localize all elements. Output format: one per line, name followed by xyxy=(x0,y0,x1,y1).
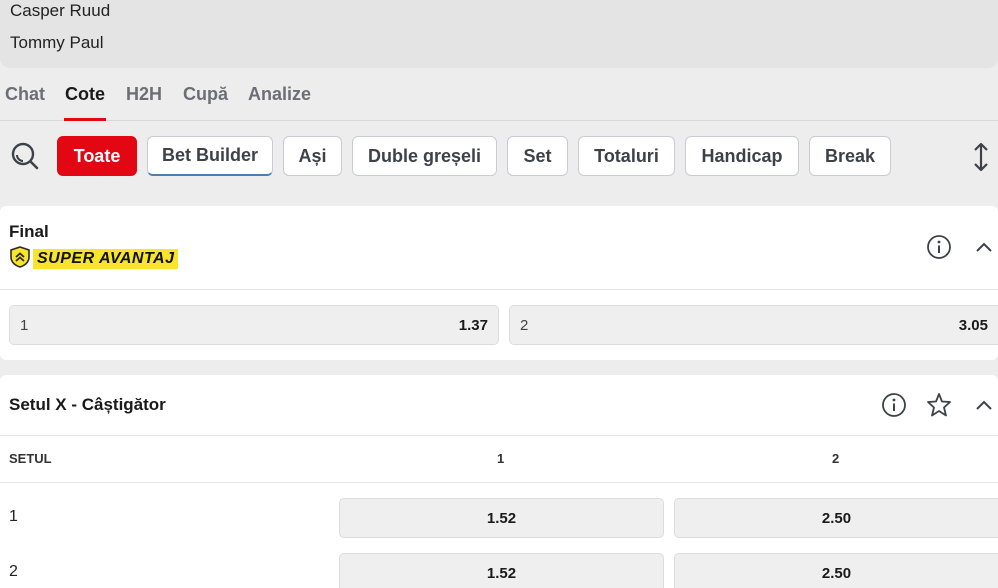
info-icon[interactable] xyxy=(925,233,953,261)
shield-chevron-icon xyxy=(9,245,31,273)
odd-label: 1 xyxy=(20,317,29,334)
player-1-name: Casper Ruud xyxy=(10,1,111,20)
star-icon[interactable] xyxy=(925,391,953,419)
divider xyxy=(0,482,998,483)
odd-button[interactable]: 1.52 xyxy=(339,553,664,588)
search-icon[interactable] xyxy=(8,139,42,173)
odd-button[interactable]: 2 3.05 xyxy=(509,305,998,345)
divider xyxy=(0,435,998,436)
column-header-1: 1 xyxy=(497,451,505,466)
filter-duble-greseli-button[interactable]: Duble greșeli xyxy=(352,136,497,176)
odd-button[interactable]: 2.50 xyxy=(674,498,998,538)
market-card-set-winner: Setul X - Câștigător SETUL 1 2 1 1.52 2.… xyxy=(0,375,998,588)
filter-handicap-button[interactable]: Handicap xyxy=(685,136,799,176)
player-2-name: Tommy Paul xyxy=(10,33,104,52)
info-icon[interactable] xyxy=(880,391,908,419)
market-card-final: Final SUPER AVANTAJ 1 1.37 2 3.05 xyxy=(0,206,998,360)
odd-label: 2 xyxy=(520,317,529,334)
tab-analize[interactable]: Analize xyxy=(248,84,311,105)
market-filter-bar: Toate Bet Builder Ași Duble greșeli Set … xyxy=(0,121,998,189)
filter-set-button[interactable]: Set xyxy=(507,136,568,176)
filter-asi-button[interactable]: Ași xyxy=(283,136,342,176)
filter-bet-builder-button[interactable]: Bet Builder xyxy=(147,136,273,176)
divider xyxy=(0,289,998,290)
odd-button[interactable]: 1.52 xyxy=(339,498,664,538)
odd-button[interactable]: 1 1.37 xyxy=(9,305,499,345)
set-row-label: 2 xyxy=(9,563,18,580)
badge-text: SUPER AVANTAJ xyxy=(33,249,179,269)
tab-chat[interactable]: Chat xyxy=(5,84,45,105)
column-header-2: 2 xyxy=(832,451,840,466)
filter-totaluri-button[interactable]: Totaluri xyxy=(578,136,675,176)
tab-h2h[interactable]: H2H xyxy=(126,84,162,105)
chevron-up-icon[interactable] xyxy=(970,233,998,261)
odd-value: 3.05 xyxy=(958,317,988,334)
chevron-up-icon[interactable] xyxy=(970,391,998,419)
filter-break-button[interactable]: Break xyxy=(809,136,891,176)
market-title: Setul X - Câștigător xyxy=(9,395,166,414)
market-title: Final xyxy=(9,222,49,241)
super-avantaj-badge: SUPER AVANTAJ xyxy=(9,245,179,273)
odd-value: 1.37 xyxy=(458,317,488,334)
tab-cote[interactable]: Cote xyxy=(65,84,105,105)
filter-toate-button[interactable]: Toate xyxy=(57,136,137,176)
tab-cupa[interactable]: Cupă xyxy=(183,84,228,105)
column-header-setul: SETUL xyxy=(9,451,52,466)
set-row-label: 1 xyxy=(9,508,18,525)
odd-button[interactable]: 2.50 xyxy=(674,553,998,588)
match-header: Casper Ruud Tommy Paul xyxy=(0,0,998,68)
tab-bar: Chat Cote H2H Cupă Analize xyxy=(0,68,998,121)
sort-icon[interactable] xyxy=(968,141,994,173)
